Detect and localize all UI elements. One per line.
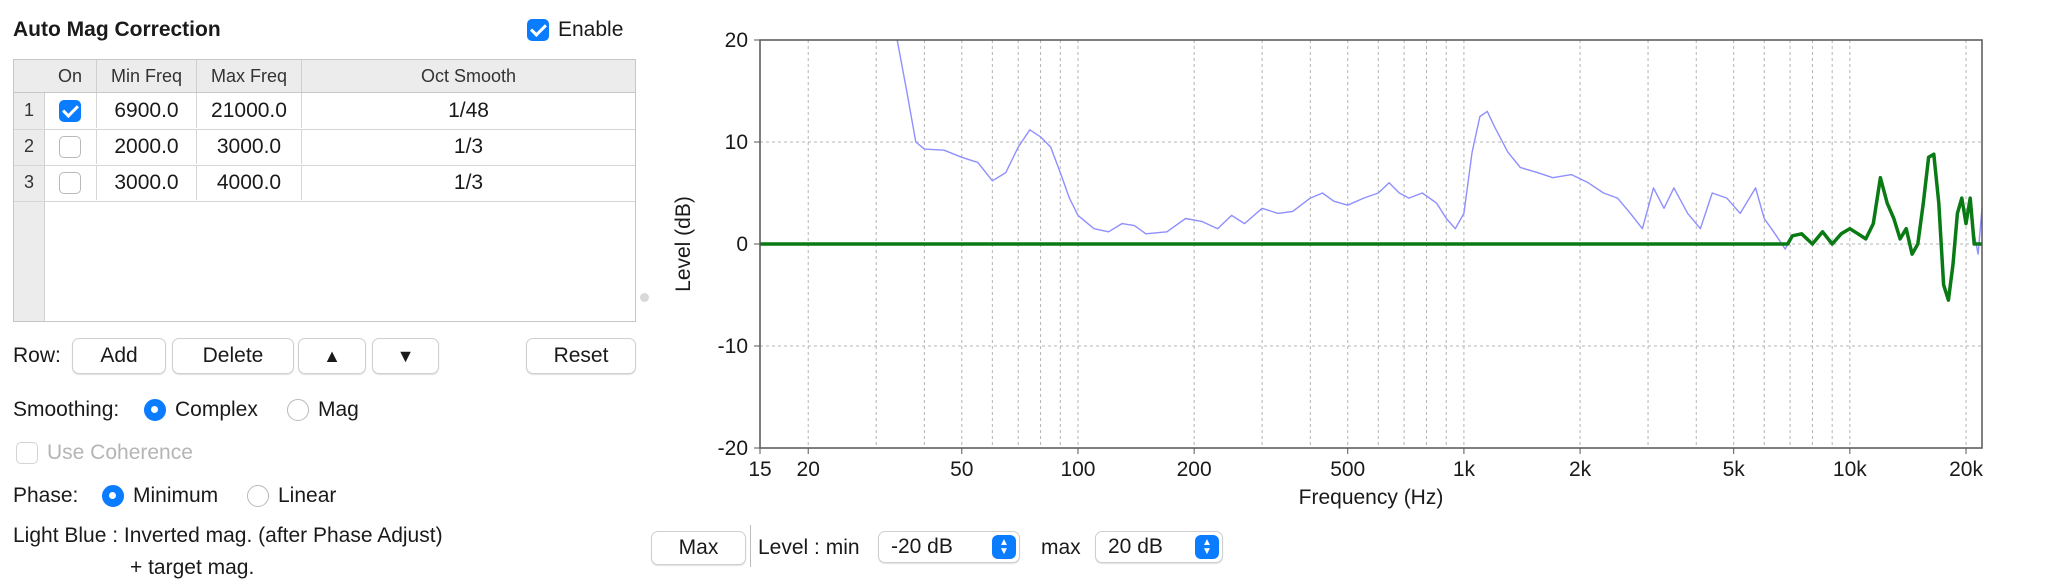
x-tick-label: 1k <box>1453 458 1476 481</box>
target-mag-line <box>760 152 1982 302</box>
radio-unselected-icon[interactable] <box>287 399 309 421</box>
table-row[interactable]: 1 6900.0 21000.0 1/48 <box>14 93 635 130</box>
row-index: 3 <box>23 172 34 192</box>
smoothing-mag-radio[interactable]: Mag <box>287 398 359 422</box>
radio-selected-icon[interactable] <box>102 485 124 507</box>
stepper-arrows-icon[interactable]: ▲ ▼ <box>992 535 1016 559</box>
level-min-select[interactable]: -20 dB ▲ ▼ <box>878 531 1020 563</box>
x-tick-label: 50 <box>950 458 973 481</box>
y-tick-label: -20 <box>718 437 748 460</box>
row-on-cell[interactable] <box>44 129 97 164</box>
delete-row-button[interactable]: Delete <box>172 338 294 374</box>
correction-table[interactable]: On Min Freq Max Freq Oct Smooth 1 6900.0… <box>13 59 636 322</box>
table-header: On Min Freq Max Freq Oct Smooth <box>14 60 635 93</box>
y-tick-label: 10 <box>725 131 748 154</box>
row-on-cell[interactable] <box>44 165 97 200</box>
panel-title: Auto Mag Correction <box>13 18 221 41</box>
y-tick-label: 0 <box>736 233 748 256</box>
x-tick-label: 15 <box>748 458 771 481</box>
table-row[interactable]: 3 3000.0 4000.0 1/3 <box>14 165 635 202</box>
row-on-checkbox[interactable] <box>59 135 81 158</box>
level-max-value: 20 dB <box>1108 535 1163 558</box>
use-coherence-checkbox[interactable]: Use Coherence <box>16 441 193 465</box>
legend-note-line1: Light Blue : Inverted mag. (after Phase … <box>13 524 443 547</box>
smoothing-complex-radio[interactable]: Complex <box>144 398 258 422</box>
header-on[interactable]: On <box>44 60 97 92</box>
row-on-checkbox[interactable] <box>59 171 81 194</box>
radio-selected-icon[interactable] <box>144 399 166 421</box>
level-min-value: -20 dB <box>891 535 953 558</box>
reset-button[interactable]: Reset <box>526 338 636 374</box>
oct-smooth-cell[interactable]: 1/3 <box>302 129 635 164</box>
max-freq-cell[interactable]: 4000.0 <box>197 165 302 200</box>
enable-check-icon[interactable] <box>527 19 549 41</box>
y-axis-label: Level (dB) <box>672 196 695 292</box>
move-row-up-button[interactable]: ▲ <box>298 338 366 374</box>
y-tick-label: 20 <box>725 29 748 52</box>
level-max-label: max <box>1041 536 1081 559</box>
x-tick-label: 100 <box>1060 458 1095 481</box>
row-on-cell[interactable] <box>44 93 97 128</box>
table-row[interactable]: 2 2000.0 3000.0 1/3 <box>14 129 635 166</box>
radio-unselected-icon[interactable] <box>247 485 269 507</box>
phase-linear-radio[interactable]: Linear <box>247 484 336 508</box>
row-index: 1 <box>23 100 34 120</box>
max-button[interactable]: Max <box>651 531 746 565</box>
x-tick-label: 20k <box>1949 458 1983 481</box>
x-tick-label: 500 <box>1330 458 1365 481</box>
row-on-checkbox[interactable] <box>59 99 81 122</box>
row-index: 2 <box>23 136 34 156</box>
min-freq-cell[interactable]: 2000.0 <box>97 129 197 164</box>
phase-label: Phase: <box>13 484 79 507</box>
x-tick-label: 5k <box>1723 458 1746 481</box>
x-tick-label: 2k <box>1569 458 1592 481</box>
max-freq-cell[interactable]: 21000.0 <box>197 93 302 128</box>
oct-smooth-cell[interactable]: 1/48 <box>302 93 635 128</box>
add-row-button[interactable]: Add <box>72 338 166 374</box>
move-row-down-button[interactable]: ▼ <box>372 338 439 374</box>
stepper-arrows-icon[interactable]: ▲ ▼ <box>1195 535 1219 559</box>
level-max-select[interactable]: 20 dB ▲ ▼ <box>1095 531 1223 563</box>
frequency-response-chart[interactable]: 20100-10-2015 20 50 100 200 500 1k 2k 5k 10k 20k F… <box>640 20 2000 512</box>
smoothing-complex-label: Complex <box>175 398 258 421</box>
x-tick-label: 20 <box>797 458 820 481</box>
min-freq-cell[interactable]: 3000.0 <box>97 165 197 200</box>
inverted-mag-line <box>896 39 1983 301</box>
smoothing-label: Smoothing: <box>13 398 120 421</box>
legend-note-line2: + target mag. <box>130 556 255 579</box>
level-min-label: Level : min <box>758 536 860 559</box>
header-max-freq[interactable]: Max Freq <box>197 60 302 92</box>
phase-minimum-label: Minimum <box>133 484 219 507</box>
x-tick-label: 10k <box>1833 458 1867 481</box>
coherence-check-icon[interactable] <box>16 442 38 464</box>
oct-smooth-cell[interactable]: 1/3 <box>302 165 635 200</box>
x-tick-label: 200 <box>1177 458 1212 481</box>
max-freq-cell[interactable]: 3000.0 <box>197 129 302 164</box>
use-coherence-label: Use Coherence <box>47 441 193 464</box>
phase-minimum-radio[interactable]: Minimum <box>102 484 218 508</box>
header-oct-smooth[interactable]: Oct Smooth <box>302 60 635 92</box>
phase-linear-label: Linear <box>278 484 337 507</box>
x-axis-label: Frequency (Hz) <box>1299 486 1444 509</box>
enable-checkbox[interactable]: Enable <box>527 18 623 42</box>
row-label: Row: <box>13 344 61 367</box>
smoothing-mag-label: Mag <box>318 398 359 421</box>
divider <box>750 525 751 567</box>
header-min-freq[interactable]: Min Freq <box>97 60 197 92</box>
min-freq-cell[interactable]: 6900.0 <box>97 93 197 128</box>
y-tick-label: -10 <box>718 335 748 358</box>
enable-label: Enable <box>558 18 624 41</box>
